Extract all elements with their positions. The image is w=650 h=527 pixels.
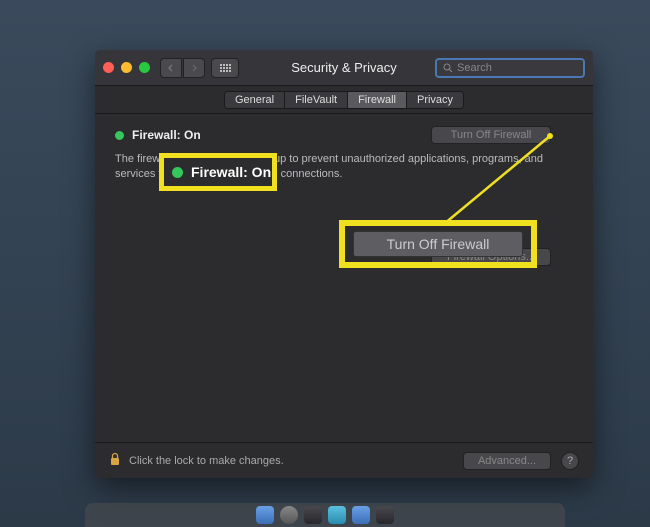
turn-off-firewall-button[interactable]: Turn Off Firewall xyxy=(431,126,551,144)
back-button[interactable] xyxy=(160,58,182,78)
dock-app-icon[interactable] xyxy=(328,506,346,524)
callout-turn-off-button[interactable]: Turn Off Firewall xyxy=(353,231,523,257)
tab-privacy[interactable]: Privacy xyxy=(407,92,463,108)
chevron-left-icon xyxy=(167,64,175,72)
close-button[interactable] xyxy=(103,62,114,73)
forward-button[interactable] xyxy=(183,58,205,78)
tab-bar: General FileVault Firewall Privacy xyxy=(95,86,593,114)
search-placeholder: Search xyxy=(457,62,492,74)
minimize-button[interactable] xyxy=(121,62,132,73)
footer: Click the lock to make changes. Advanced… xyxy=(95,442,593,478)
window-title: Security & Privacy xyxy=(291,60,396,75)
search-field[interactable]: Search xyxy=(435,58,585,78)
chevron-right-icon xyxy=(190,64,198,72)
dock xyxy=(85,503,565,527)
titlebar: Security & Privacy Search xyxy=(95,50,593,86)
firewall-status-label: Firewall: On xyxy=(132,128,201,142)
traffic-lights xyxy=(103,62,150,73)
search-icon xyxy=(443,63,453,73)
lock-icon[interactable] xyxy=(109,452,121,469)
tab-firewall[interactable]: Firewall xyxy=(348,92,407,108)
tab-filevault[interactable]: FileVault xyxy=(285,92,348,108)
callout-firewall-status: Firewall: On xyxy=(159,153,277,191)
callout-status-text: Firewall: On xyxy=(191,164,271,180)
grid-icon xyxy=(220,64,231,72)
tab-group: General FileVault Firewall Privacy xyxy=(224,91,464,109)
status-dot-icon xyxy=(115,131,124,140)
callout-turn-off: Turn Off Firewall xyxy=(339,220,537,268)
show-all-button[interactable] xyxy=(211,58,239,78)
dock-app-icon[interactable] xyxy=(376,506,394,524)
help-button[interactable]: ? xyxy=(561,452,579,470)
dock-app-icon[interactable] xyxy=(304,506,322,524)
dock-app-icon[interactable] xyxy=(256,506,274,524)
status-dot-icon xyxy=(172,167,183,178)
tab-general[interactable]: General xyxy=(225,92,285,108)
nav-buttons xyxy=(160,58,205,78)
dock-app-icon[interactable] xyxy=(280,506,298,524)
advanced-button[interactable]: Advanced... xyxy=(463,452,551,470)
dock-app-icon[interactable] xyxy=(352,506,370,524)
maximize-button[interactable] xyxy=(139,62,150,73)
lock-text: Click the lock to make changes. xyxy=(129,455,463,467)
